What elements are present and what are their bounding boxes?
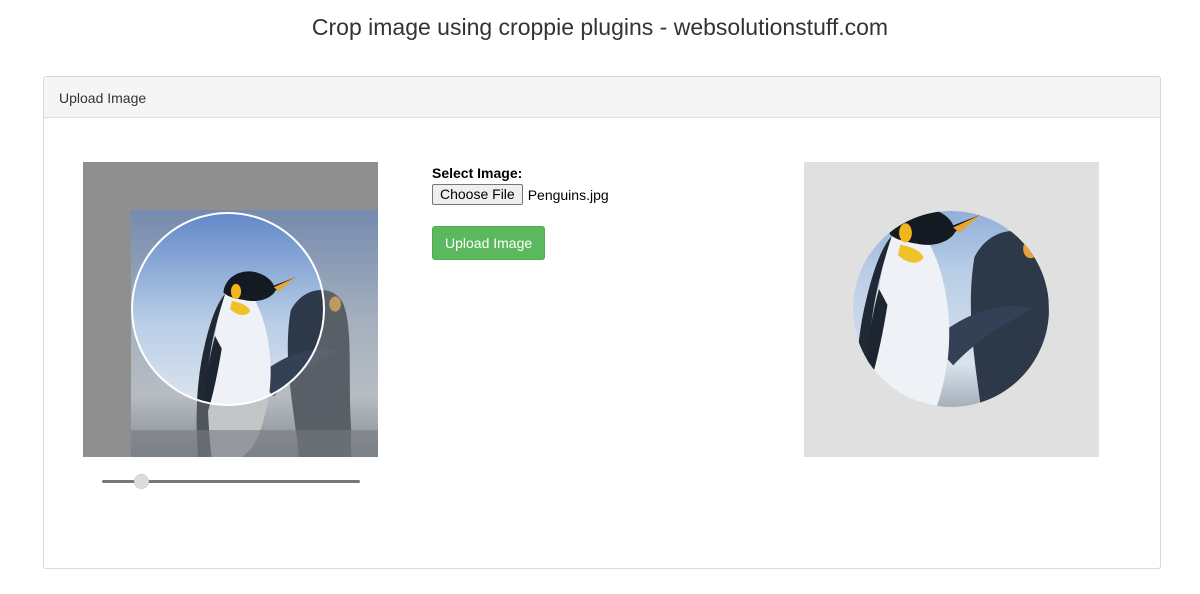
penguin-image[interactable] [83, 162, 378, 457]
cropped-preview [804, 162, 1099, 457]
upload-panel: Upload Image Select Image: Choose File P… [43, 76, 1161, 569]
page-title: Crop image using croppie plugins - webso… [311, 14, 889, 40]
select-image-label: Select Image: [432, 165, 523, 181]
zoom-slider-thumb[interactable] [134, 474, 149, 489]
file-input[interactable]: Choose File Penguins.jpg [432, 184, 732, 205]
choose-file-button[interactable]: Choose File [432, 184, 523, 205]
upload-image-button[interactable]: Upload Image [432, 226, 546, 260]
zoom-slider[interactable] [102, 471, 360, 491]
croppie-editor[interactable] [83, 162, 378, 457]
upload-form: Select Image: Choose File Penguins.jpg U… [432, 165, 732, 260]
selected-file-name: Penguins.jpg [527, 186, 609, 203]
cropped-penguin-image [853, 211, 1049, 407]
panel-heading: Upload Image [44, 77, 1160, 118]
